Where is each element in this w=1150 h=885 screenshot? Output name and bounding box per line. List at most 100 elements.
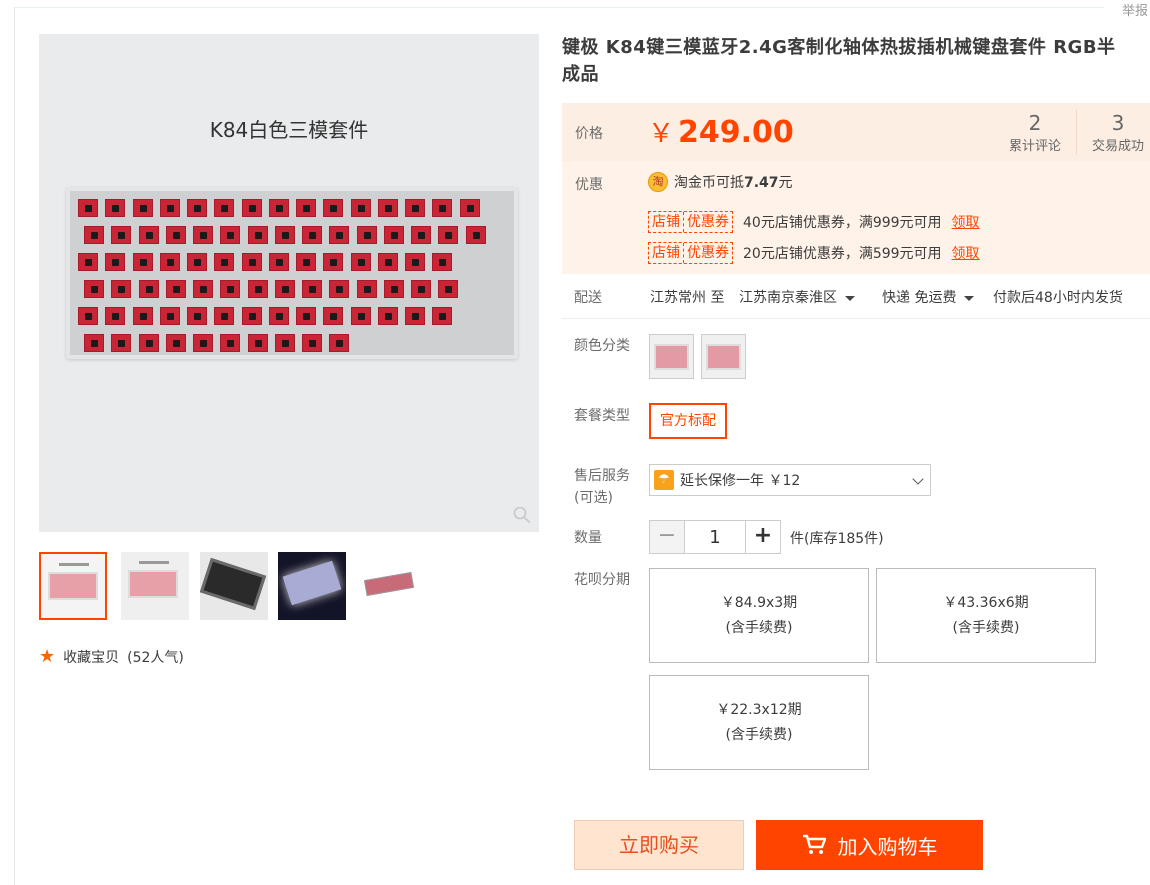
installment-3[interactable]: ￥84.9x3期 (含手续费) (649, 568, 869, 663)
quantity-label: 数量 (574, 530, 602, 546)
stock-text: 件(库存185件) (790, 531, 884, 547)
image-caption: K84白色三模套件 (209, 118, 369, 142)
coupon-tag: 店铺 优惠券 (648, 211, 733, 233)
keyboard-key (268, 253, 289, 271)
ship-to-dropdown[interactable]: 江苏南京秦淮区 (739, 287, 855, 307)
keyboard-key (377, 253, 398, 271)
caret-down-icon (845, 295, 855, 301)
keyboard-key (132, 253, 153, 271)
color-option-2[interactable] (701, 334, 746, 379)
keyboard-key (296, 307, 316, 325)
thumbnail-3[interactable] (199, 552, 268, 620)
review-number: 2 (1028, 111, 1042, 135)
keyboard-key (78, 307, 98, 325)
report-link[interactable]: 举报 (1122, 0, 1148, 19)
color-option-1[interactable] (649, 334, 694, 379)
thumbnail-1[interactable] (39, 552, 107, 620)
keyboard-key (132, 307, 153, 325)
quantity-input[interactable]: 1 (685, 520, 745, 554)
service-optional: (可选) (574, 490, 613, 506)
keyboard-key (220, 280, 241, 298)
keyboard-key (165, 280, 186, 298)
keyboard-key (247, 280, 268, 298)
installment-fee-note: (含手续费) (725, 727, 793, 743)
favorite-count: (52人气) (127, 649, 184, 666)
review-count[interactable]: 2 累计评论 (1002, 111, 1068, 154)
keyboard-photo (66, 187, 518, 359)
keyboard-key (78, 199, 98, 217)
keyboard-key (247, 226, 268, 244)
taojin-coin-icon: 淘 (648, 172, 668, 192)
increase-button[interactable]: + (745, 520, 781, 554)
decrease-button[interactable]: − (649, 520, 685, 554)
magnifier-icon[interactable] (513, 506, 531, 524)
keyboard-key (78, 253, 98, 271)
keyboard-key (187, 307, 207, 325)
keyboard-key (383, 226, 404, 244)
product-title-line1: 键极 K84键三模蓝牙2.4G客制化轴体热拔插机械键盘套件 RGB半 (562, 37, 1116, 58)
keyboard-key (220, 334, 241, 352)
package-option-official[interactable]: 官方标配 (649, 403, 727, 439)
keyboard-key (138, 280, 159, 298)
keyboard-key (377, 199, 398, 217)
keyboard-key (411, 226, 431, 244)
keyboard-key (193, 226, 213, 244)
keyboard-key (438, 226, 459, 244)
promo-label: 优惠 (575, 177, 603, 193)
price-amount: 249.00 (678, 115, 794, 150)
product-title-line2: 成品 (562, 64, 599, 85)
keyboard-key (111, 334, 132, 352)
warranty-select[interactable]: ☂ 延长保修一年 ￥12 (649, 464, 931, 496)
thumbnail-2[interactable] (121, 552, 189, 620)
keyboard-key (214, 199, 235, 217)
price-row: 价格 ￥ 249.00 2 累计评论 3 交易成功 (562, 103, 1150, 161)
keyboard-key (405, 307, 425, 325)
keyboard-key (356, 226, 377, 244)
keyboard-key (296, 199, 316, 217)
stat-divider (1076, 109, 1077, 155)
keyboard-key (187, 253, 207, 271)
keyboard-key (438, 280, 459, 298)
keyboard-key (84, 334, 104, 352)
keyboard-key (432, 307, 453, 325)
service-label: 售后服务 (574, 468, 630, 484)
coupon-tag: 店铺 优惠券 (648, 242, 733, 264)
thumbnail-4[interactable] (278, 552, 346, 620)
keyboard-key (268, 199, 289, 217)
price-label: 价格 (575, 126, 603, 142)
keyboard-key (159, 253, 180, 271)
keyboard-key (165, 334, 186, 352)
caret-down-icon (964, 295, 975, 301)
keyboard-key (459, 199, 480, 217)
star-icon: ★ (39, 646, 56, 667)
keyboard-key (105, 307, 126, 325)
dispatch-time: 付款后48小时内发货 (993, 290, 1123, 306)
ship-method-dropdown[interactable]: 快递 免运费 (882, 287, 975, 307)
buy-now-button[interactable]: 立即购买 (574, 820, 744, 870)
deal-label: 交易成功 (1091, 139, 1144, 154)
quantity-stepper: − 1 + (649, 520, 781, 554)
keyboard-key (302, 226, 322, 244)
coupon-2: 店铺 优惠券 20元店铺优惠券，满599元可用 领取 (648, 242, 980, 264)
deal-count[interactable]: 3 交易成功 (1086, 111, 1150, 154)
keyboard-key (111, 226, 132, 244)
color-label: 颜色分类 (574, 338, 630, 354)
add-to-cart-button[interactable]: 加入购物车 (756, 820, 983, 870)
keyboard-key (356, 280, 377, 298)
keyboard-key (241, 199, 262, 217)
installment-amount: ￥43.36x6期 (943, 595, 1029, 611)
claim-coupon-link[interactable]: 领取 (952, 212, 980, 232)
thumbnail-5[interactable] (357, 552, 425, 620)
keyboard-key (247, 334, 268, 352)
main-product-image[interactable]: K84白色三模套件 (39, 34, 539, 532)
installment-amount: ￥22.3x12期 (716, 702, 802, 718)
keyboard-key (302, 280, 322, 298)
installment-6[interactable]: ￥43.36x6期 (含手续费) (876, 568, 1096, 663)
add-to-cart-label: 加入购物车 (837, 834, 938, 859)
keyboard-key (268, 307, 289, 325)
installment-12[interactable]: ￥22.3x12期 (含手续费) (649, 675, 869, 770)
currency-symbol: ￥ (648, 119, 675, 149)
claim-coupon-link[interactable]: 领取 (952, 243, 980, 263)
favorite-button[interactable]: ★ 收藏宝贝 (52人气) (39, 646, 184, 667)
keyboard-key (329, 226, 350, 244)
